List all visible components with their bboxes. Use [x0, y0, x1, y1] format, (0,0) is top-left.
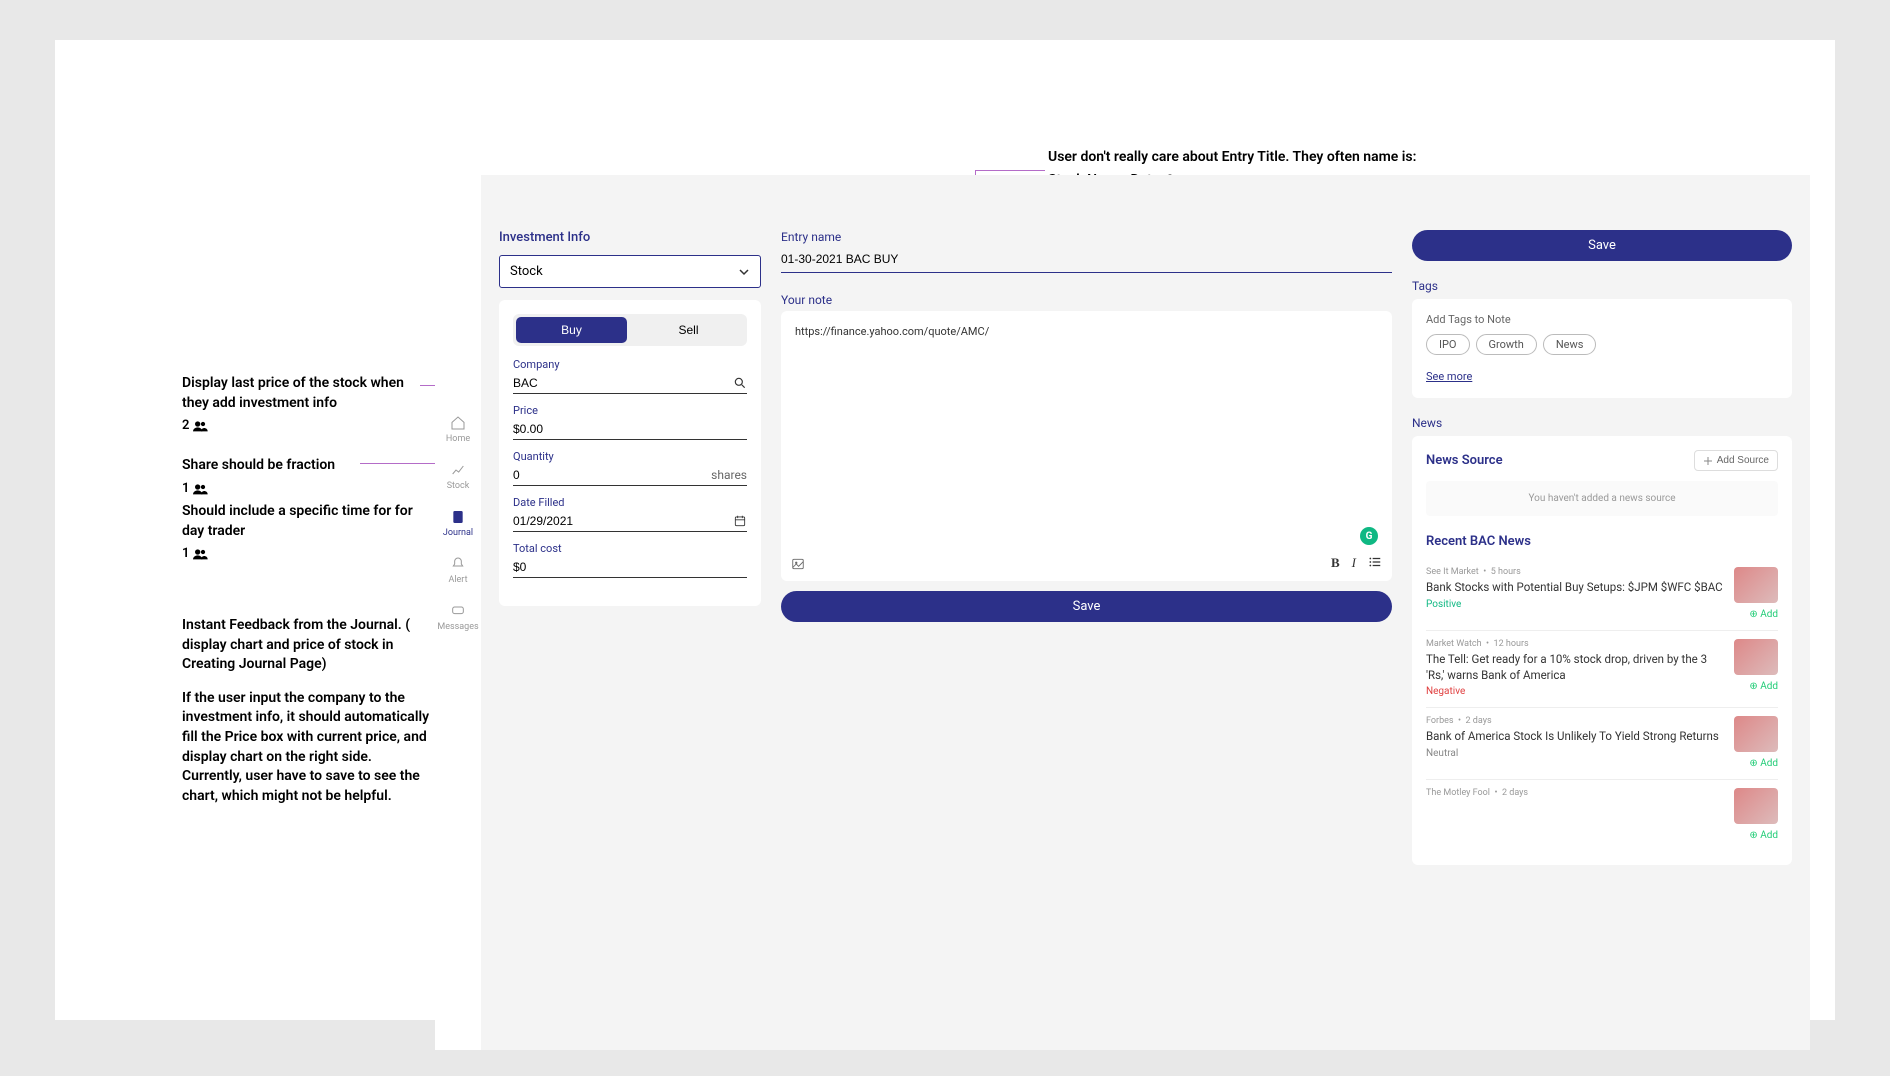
nav-alert[interactable]: Alert — [448, 556, 467, 585]
news-thumbnail — [1734, 639, 1778, 675]
entry-name-input[interactable] — [781, 248, 1392, 273]
nav-messages[interactable]: Messages — [437, 603, 478, 632]
news-card: News Source Add Source You haven't added… — [1412, 436, 1792, 865]
news-source-heading: News Source — [1426, 453, 1503, 468]
nav-home-label: Home — [446, 434, 470, 444]
grammarly-icon: G — [1360, 527, 1378, 545]
quantity-label: Quantity — [513, 450, 747, 463]
quantity-suffix: shares — [711, 468, 747, 482]
news-add-button[interactable]: ⊕ Add — [1749, 830, 1778, 841]
news-add-button[interactable]: ⊕ Add — [1749, 758, 1778, 769]
quantity-input[interactable] — [513, 465, 705, 485]
nav-stock-label: Stock — [447, 481, 470, 491]
news-item[interactable]: The Motley Fool • 2 days ⊕ Add — [1426, 780, 1778, 851]
note-panel: Entry name Your note https://finance.yah… — [781, 230, 1392, 1050]
news-meta: See It Market • 5 hours — [1426, 567, 1724, 577]
recent-news-heading: Recent BAC News — [1426, 534, 1778, 549]
add-source-button[interactable]: Add Source — [1694, 450, 1778, 471]
nav-alert-label: Alert — [448, 575, 467, 585]
total-label: Total cost — [513, 542, 747, 555]
annotation-last-price: Display last price of the stock when the… — [182, 374, 417, 436]
annotation-time: Should include a specific time for for d… — [182, 502, 437, 564]
company-label: Company — [513, 358, 747, 371]
investment-panel: Investment Info Stock Buy Sell Company — [499, 230, 761, 1050]
news-thumbnail — [1734, 788, 1778, 824]
add-tags-label: Add Tags to Note — [1426, 313, 1778, 326]
entry-label: Entry name — [781, 230, 1392, 244]
buy-button[interactable]: Buy — [516, 317, 627, 343]
price-label: Price — [513, 404, 747, 417]
tag-chip[interactable]: Growth — [1476, 334, 1537, 355]
news-item[interactable]: Forbes • 2 days Bank of America Stock Is … — [1426, 708, 1778, 780]
news-sentiment: Negative — [1426, 686, 1724, 697]
nav-home[interactable]: Home — [446, 415, 470, 444]
nav-rail: Home Stock Journal Alert Messages — [435, 175, 481, 1050]
sell-button[interactable]: Sell — [633, 317, 744, 343]
company-input[interactable] — [513, 373, 727, 393]
news-section-label: News — [1412, 416, 1792, 430]
news-add-button[interactable]: ⊕ Add — [1749, 681, 1778, 692]
note-editor[interactable]: https://finance.yahoo.com/quote/AMC/ G B… — [781, 311, 1392, 581]
news-meta: Market Watch • 12 hours — [1426, 639, 1724, 649]
your-note-label: Your note — [781, 293, 1392, 307]
news-title: The Tell: Get ready for a 10% stock drop… — [1426, 652, 1724, 683]
top-save-button[interactable]: Save — [1412, 230, 1792, 261]
news-item[interactable]: Market Watch • 12 hours The Tell: Get rea… — [1426, 631, 1778, 708]
news-meta: The Motley Fool • 2 days — [1426, 788, 1724, 798]
news-sentiment: Neutral — [1426, 748, 1724, 759]
list-button[interactable] — [1368, 555, 1382, 573]
journal-icon — [450, 509, 466, 525]
investment-heading: Investment Info — [499, 230, 761, 245]
news-meta: Forbes • 2 days — [1426, 716, 1724, 726]
price-input[interactable] — [513, 419, 747, 439]
news-sentiment: Positive — [1426, 599, 1724, 610]
nav-messages-label: Messages — [437, 622, 478, 632]
news-title: Bank of America Stock Is Unlikely To Yie… — [1426, 729, 1724, 745]
see-more-link[interactable]: See more — [1426, 370, 1472, 383]
investment-type-select[interactable]: Stock — [499, 255, 761, 288]
annotation-fraction: Share should be fraction 1 — [182, 456, 417, 498]
message-icon — [450, 603, 466, 619]
plus-icon — [1703, 456, 1713, 466]
note-body: https://finance.yahoo.com/quote/AMC/ — [795, 325, 1378, 338]
news-title: Bank Stocks with Potential Buy Setups: $… — [1426, 580, 1724, 596]
nav-journal[interactable]: Journal — [443, 509, 473, 538]
search-icon[interactable] — [733, 376, 747, 390]
tags-section-label: Tags — [1412, 279, 1792, 293]
total-input[interactable] — [513, 557, 747, 577]
tags-card: Add Tags to Note IPO Growth News See more — [1412, 299, 1792, 398]
investment-type-value: Stock — [510, 264, 543, 279]
tag-chip[interactable]: IPO — [1426, 334, 1470, 355]
buy-sell-toggle: Buy Sell — [513, 314, 747, 346]
annotation-instant-feedback: Instant Feedback from the Journal. ( dis… — [182, 616, 432, 806]
date-label: Date Filled — [513, 496, 747, 509]
news-thumbnail — [1734, 567, 1778, 603]
italic-button[interactable]: I — [1352, 555, 1356, 573]
tag-chip[interactable]: News — [1543, 334, 1597, 355]
calendar-icon[interactable] — [733, 514, 747, 528]
nav-stock[interactable]: Stock — [447, 462, 470, 491]
news-thumbnail — [1734, 716, 1778, 752]
chevron-down-icon — [738, 266, 750, 278]
news-empty-state: You haven't added a news source — [1426, 481, 1778, 516]
image-icon[interactable] — [791, 557, 805, 571]
home-icon — [450, 415, 466, 431]
note-save-button[interactable]: Save — [781, 591, 1392, 622]
chart-icon — [450, 462, 466, 478]
bell-icon — [450, 556, 466, 572]
news-add-button[interactable]: ⊕ Add — [1749, 609, 1778, 620]
date-input[interactable] — [513, 511, 727, 531]
nav-journal-label: Journal — [443, 528, 473, 538]
right-panel: Save Tags Add Tags to Note IPO Growth News… — [1412, 230, 1792, 1050]
bold-button[interactable]: B — [1331, 555, 1340, 573]
news-item[interactable]: See It Market • 5 hours Bank Stocks with … — [1426, 559, 1778, 631]
